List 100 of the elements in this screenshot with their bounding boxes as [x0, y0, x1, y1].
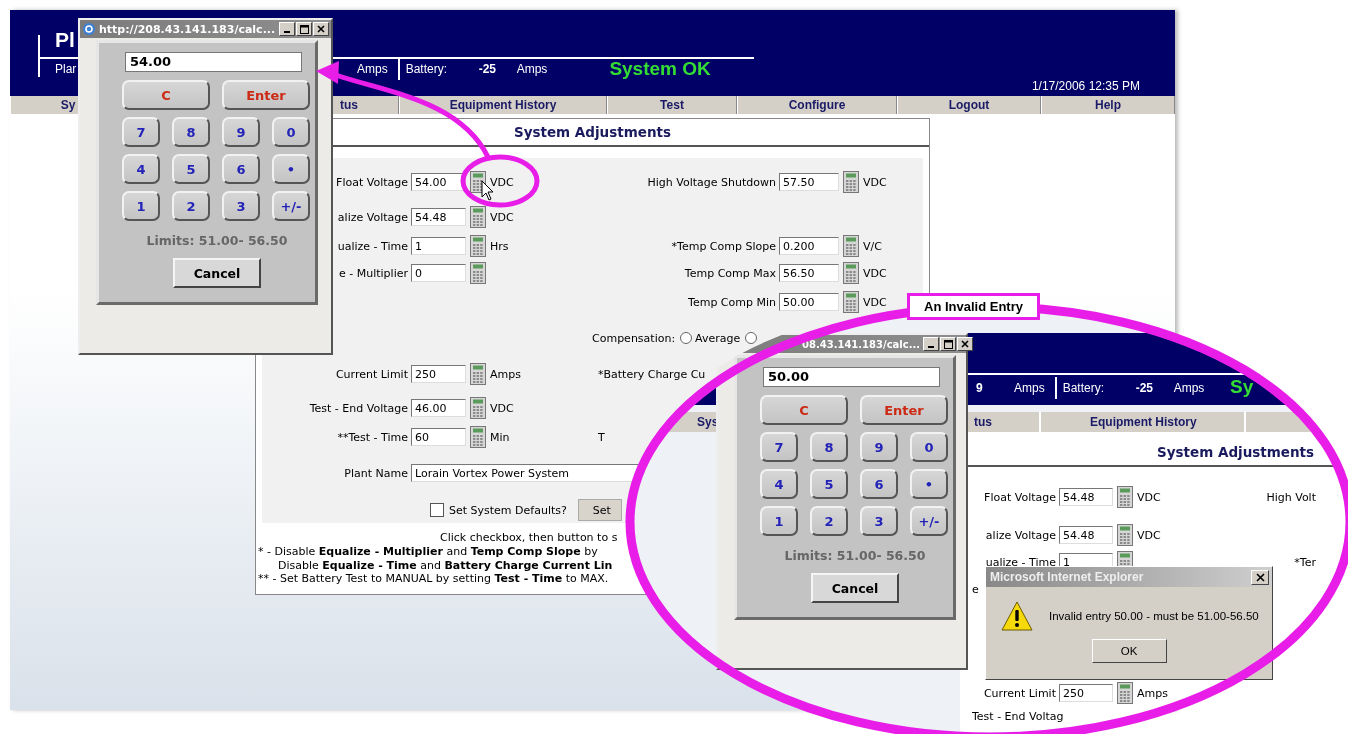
calculator-key[interactable]: •	[272, 154, 310, 184]
cancel-button[interactable]: Cancel	[173, 258, 261, 288]
input-field[interactable]: 0.200	[779, 237, 839, 255]
calculator-key[interactable]: 1	[760, 506, 798, 536]
limits-text: Limits: 51.00- 56.50	[145, 233, 289, 248]
close-button[interactable]	[1251, 569, 1269, 585]
input-field[interactable]: 60	[411, 428, 466, 446]
calculator-key[interactable]: 0	[272, 117, 310, 147]
calculator-key[interactable]: 1	[122, 191, 160, 221]
radio-button[interactable]	[745, 332, 758, 344]
callout-label: An Invalid Entry	[907, 293, 1040, 320]
calculator-key[interactable]: 6	[860, 469, 898, 499]
calculator-key[interactable]: 2	[172, 191, 210, 221]
nav-item[interactable]: Help	[1095, 98, 1121, 112]
nav-item[interactable]: Equipment History	[1090, 415, 1197, 429]
reading-label: Battery:	[1062, 381, 1106, 395]
maximize-button[interactable]	[940, 337, 957, 351]
field-label: e	[972, 582, 979, 596]
nav-item[interactable]: Configure	[788, 98, 846, 112]
limits-text: Limits: 51.00- 56.50	[783, 548, 927, 563]
cancel-button[interactable]: Cancel	[811, 573, 899, 603]
input-field[interactable]: 57.50	[779, 173, 839, 191]
nav-item[interactable]: Sy	[60, 98, 76, 112]
calculator-key[interactable]: 0	[910, 432, 948, 462]
input-field[interactable]: 54.48	[411, 208, 466, 226]
input-field[interactable]: 54.00	[411, 173, 466, 191]
minimize-button[interactable]	[923, 337, 940, 351]
field-label: ualize - Time	[984, 555, 1056, 569]
set-button[interactable]: Set	[577, 499, 622, 521]
field-label: Temp Comp Min	[687, 295, 776, 309]
checkbox[interactable]	[430, 503, 444, 517]
calculator-key[interactable]: •	[910, 469, 948, 499]
plant-subtitle: Plar	[55, 62, 78, 76]
footnote-text: * - Disable Equalize - Multiplier and Temp Comp Slope by	[258, 545, 598, 558]
calculator-key[interactable]: 6	[222, 154, 260, 184]
field-label: Compensation:	[592, 331, 676, 345]
reading-value: -25	[1135, 381, 1155, 395]
unit-label: VDC	[863, 295, 887, 309]
nav-item[interactable]: Test	[660, 98, 684, 112]
radio-button[interactable]	[680, 332, 693, 344]
maximize-icon	[299, 24, 309, 34]
calculator-key[interactable]: 2	[810, 506, 848, 536]
field-label: Temp Comp Max	[683, 266, 776, 280]
input-field[interactable]: 250	[411, 365, 466, 383]
calculator-key[interactable]: 4	[122, 154, 160, 184]
nav-item[interactable]: tus	[974, 415, 992, 429]
calculator-key[interactable]: 9	[860, 432, 898, 462]
calculator-key[interactable]: 8	[172, 117, 210, 147]
nav-item[interactable]: tus	[340, 98, 358, 112]
input-field[interactable]: 56.50	[779, 264, 839, 282]
calculator-key[interactable]: 8	[810, 432, 848, 462]
field-label: **Test - Time	[336, 430, 408, 444]
field-label: Current Limit	[334, 367, 408, 381]
input-field[interactable]: 250	[1059, 684, 1113, 702]
field-label: Float Voltage	[335, 175, 408, 189]
unit-label: Amps	[1014, 381, 1045, 395]
input-field[interactable]: 0	[411, 264, 466, 282]
calculator-key[interactable]: 3	[860, 506, 898, 536]
close-button[interactable]	[957, 337, 974, 351]
input-field[interactable]: 50.00	[779, 293, 839, 311]
unit-label: Amps	[1173, 381, 1205, 395]
window-title: 08.43.141.183/calc...	[802, 338, 921, 350]
browser-icon	[82, 22, 96, 36]
nav-item[interactable]: Equipment History	[449, 98, 557, 112]
input-field[interactable]: Lorain Vortex Power System	[411, 464, 639, 482]
field-label: *Temp Comp Slope	[670, 239, 776, 253]
close-icon	[1255, 572, 1265, 582]
nav-item[interactable]: Logout	[948, 98, 990, 112]
input-field[interactable]: 46.00	[411, 399, 466, 417]
logo-text: Pl	[55, 28, 75, 51]
calculator-key[interactable]: 7	[122, 117, 160, 147]
unit-label: Amps	[357, 62, 388, 76]
calculator-key[interactable]: 9	[222, 117, 260, 147]
reading-label: Battery:	[405, 62, 449, 76]
window-title: http://208.43.141.183/calc...	[99, 22, 276, 36]
unit-label: VDC	[490, 210, 514, 224]
close-icon	[961, 340, 970, 348]
display-field[interactable]: 50.00	[763, 367, 940, 387]
calculator-key[interactable]: 5	[810, 469, 848, 499]
radio-label: Average	[695, 331, 741, 345]
ok-button[interactable]: OK	[1091, 639, 1167, 663]
display-field[interactable]: 54.00	[125, 52, 302, 72]
input-field[interactable]: 54.48	[1059, 526, 1113, 544]
minimize-button[interactable]	[279, 22, 295, 36]
unit-label: VDC	[490, 401, 514, 415]
calculator-key[interactable]: +/-	[910, 506, 948, 536]
input-field[interactable]: 1	[411, 237, 466, 255]
warning-icon	[1001, 601, 1033, 631]
calculator-key[interactable]: 3	[222, 191, 260, 221]
calculator-key[interactable]: 5	[172, 154, 210, 184]
calculator-key[interactable]: 4	[760, 469, 798, 499]
field-label: *Ter	[1293, 555, 1317, 569]
close-button[interactable]	[313, 22, 329, 36]
unit-label: Min	[490, 430, 510, 444]
unit-label: V/C	[863, 239, 882, 253]
field-label: High Volt	[1265, 490, 1317, 504]
maximize-button[interactable]	[296, 22, 312, 36]
calculator-key[interactable]: 7	[760, 432, 798, 462]
calculator-key[interactable]: +/-	[272, 191, 310, 221]
input-field[interactable]: 54.48	[1059, 488, 1113, 506]
